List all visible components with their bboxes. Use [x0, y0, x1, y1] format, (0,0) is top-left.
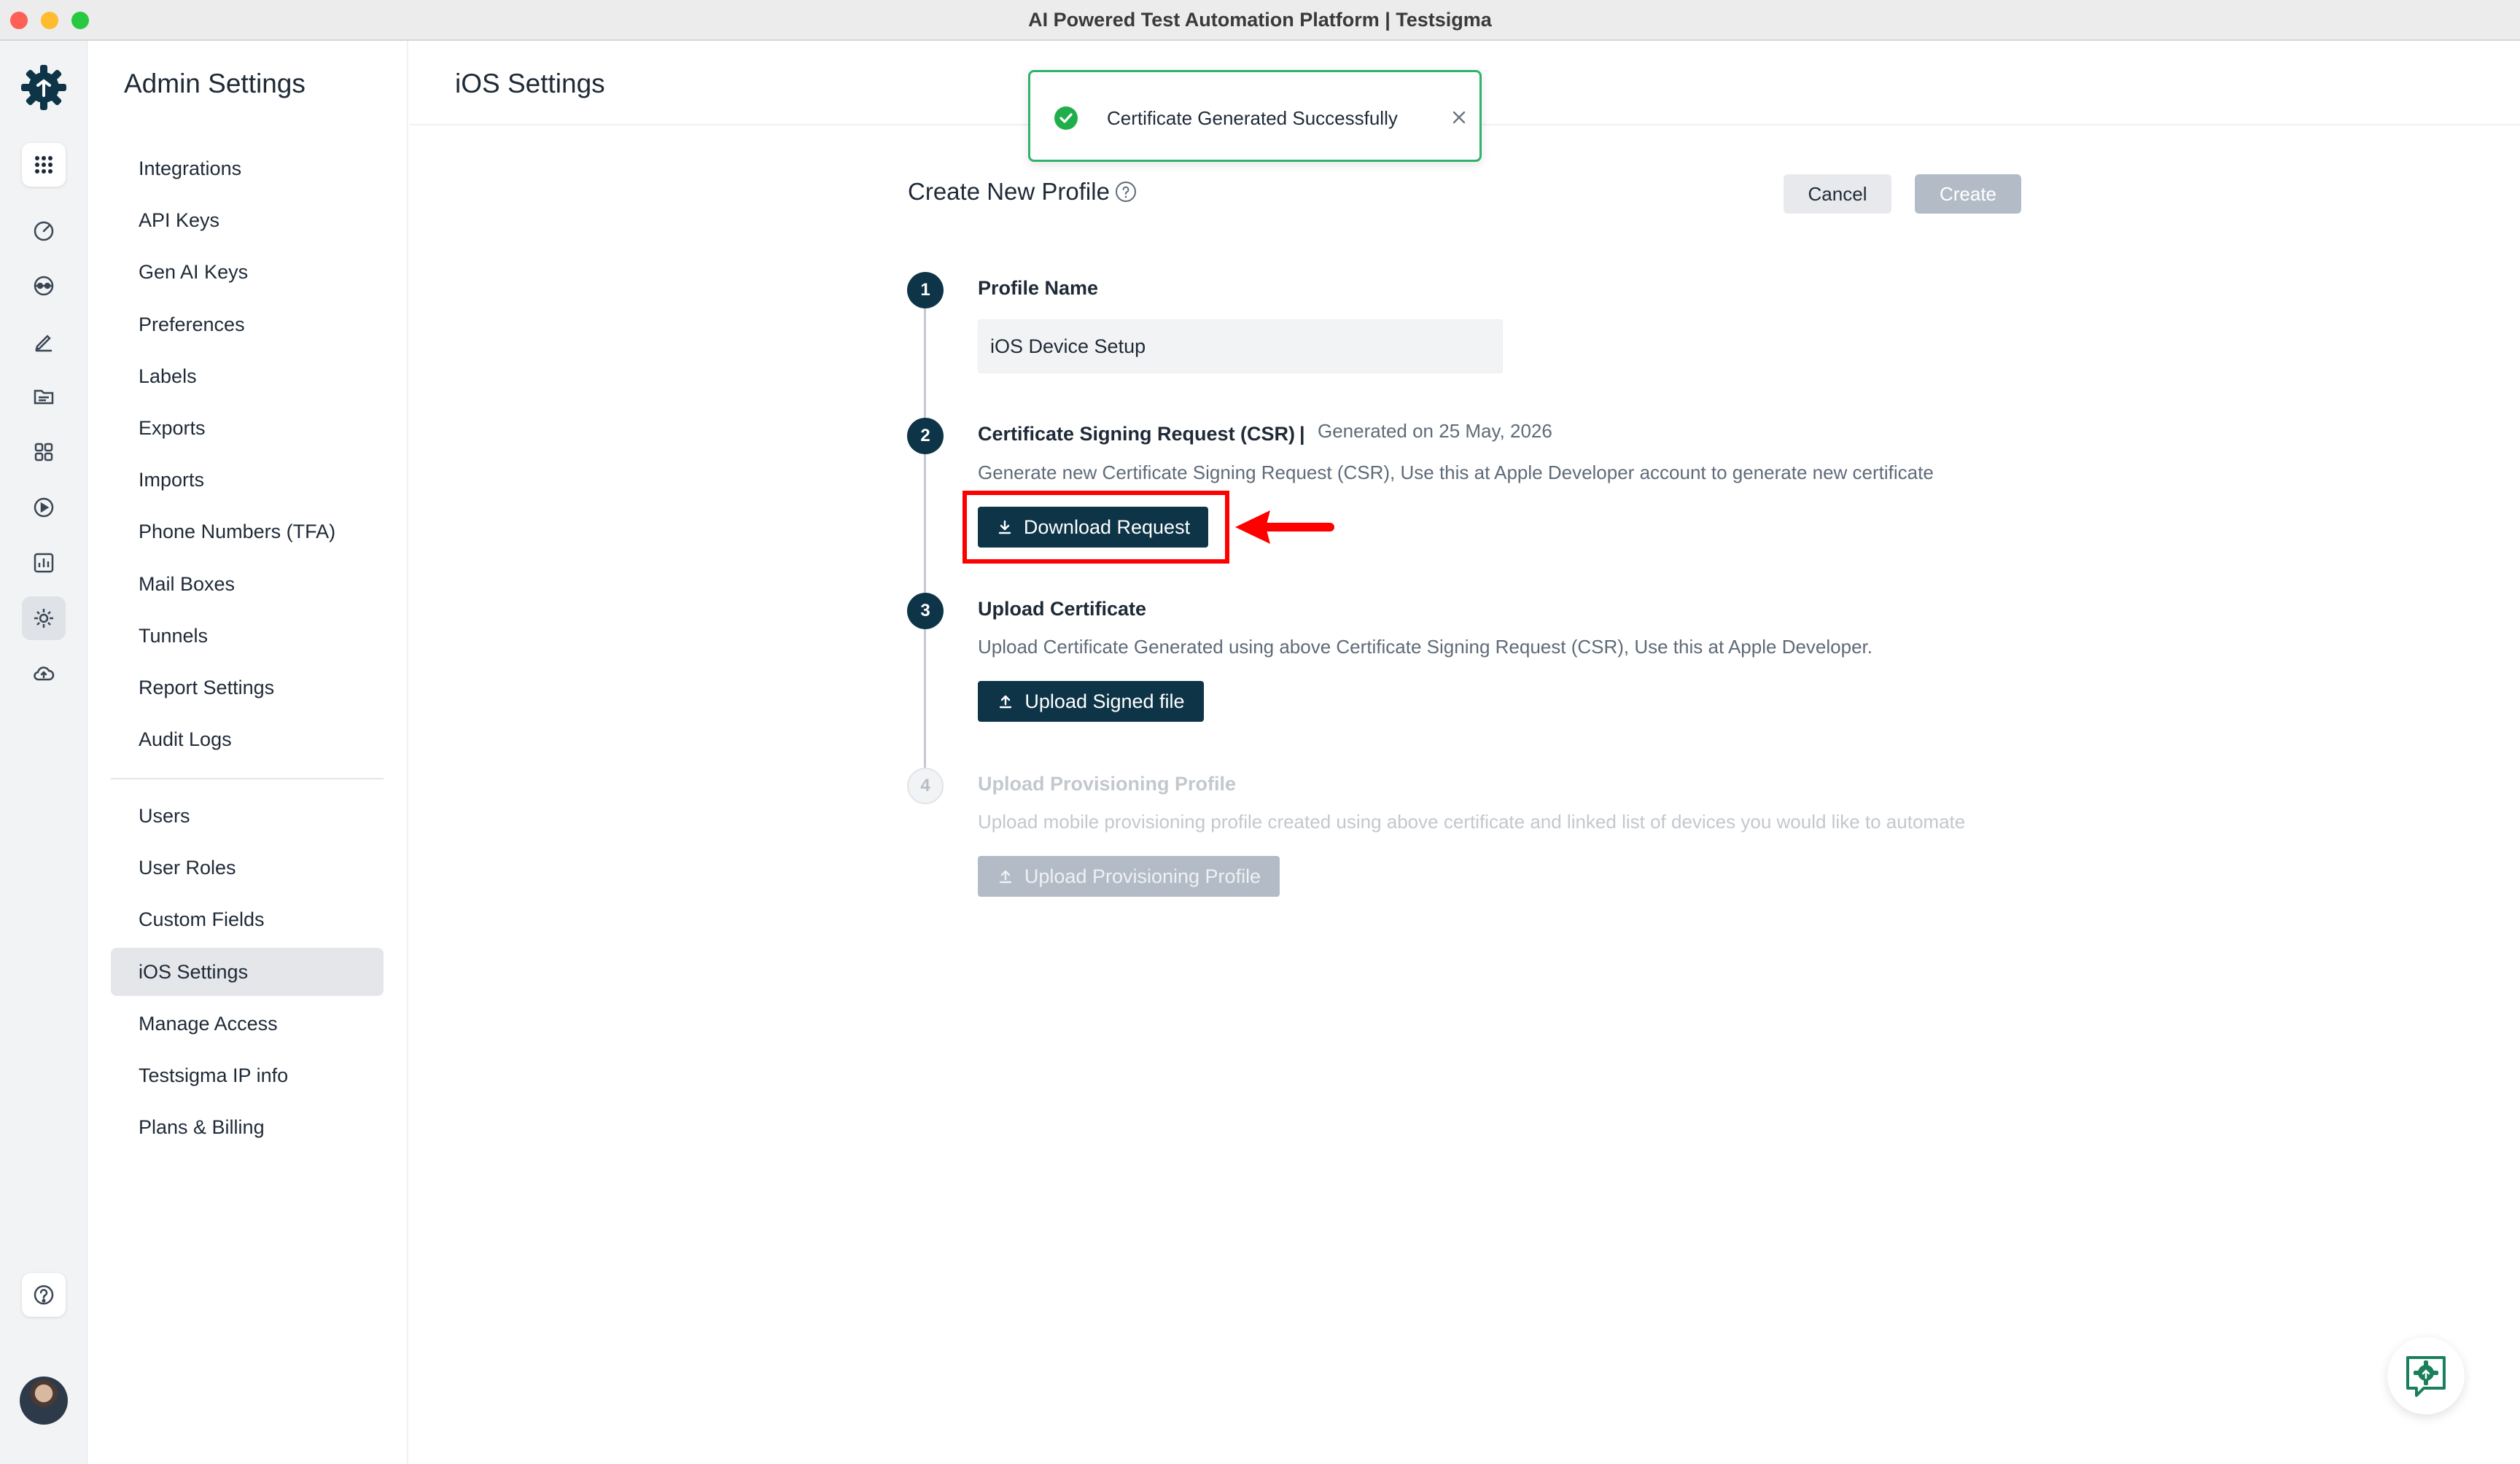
highlight-box	[962, 491, 1229, 564]
window-titlebar: AI Powered Test Automation Platform | Te…	[0, 0, 2520, 41]
sidebar-item-user-roles[interactable]: User Roles	[111, 844, 384, 892]
chat-support-widget[interactable]	[2387, 1337, 2465, 1414]
sidebar-item-plans-billing[interactable]: Plans & Billing	[111, 1103, 384, 1151]
testsigma-logo-icon[interactable]	[19, 63, 69, 112]
pencil-edit-icon[interactable]	[22, 319, 66, 363]
generated-date: Generated on 25 May, 2026	[1318, 420, 1552, 442]
step-number-1: 1	[907, 272, 944, 308]
create-button[interactable]: Create	[1915, 174, 2021, 214]
step-number-4: 4	[907, 768, 944, 804]
sidebar-item-manage-access[interactable]: Manage Access	[111, 1000, 384, 1048]
step-label-provisioning-profile: Upload Provisioning Profile	[978, 773, 1237, 795]
form-title: Create New Profile	[908, 178, 1138, 206]
help-question-icon[interactable]	[1114, 180, 1138, 203]
reports-chart-icon[interactable]	[22, 541, 66, 585]
window-title: AI Powered Test Automation Platform | Te…	[1028, 9, 1492, 31]
modules-grid-icon[interactable]	[22, 430, 66, 474]
check-circle-icon	[1054, 106, 1078, 130]
step-separator: |	[1299, 423, 1305, 445]
upload-icon	[999, 870, 1012, 884]
csr-description: Generate new Certificate Signing Request…	[978, 462, 1934, 483]
cloud-upload-icon[interactable]	[22, 652, 66, 696]
upload-provisioning-profile-button[interactable]: Upload Provisioning Profile	[978, 856, 1280, 897]
sidebar-item-imports[interactable]: Imports	[111, 456, 384, 504]
folder-list-icon[interactable]	[22, 375, 66, 418]
toast-message: Certificate Generated Successfully	[1107, 107, 1398, 129]
sidebar-item-testsigma-ip-info[interactable]: Testsigma IP info	[111, 1051, 384, 1099]
page-title: iOS Settings	[455, 69, 605, 98]
upload-provisioning-profile-label: Upload Provisioning Profile	[1024, 865, 1261, 887]
icon-rail	[0, 41, 88, 1464]
sidebar-item-phone-numbers[interactable]: Phone Numbers (TFA)	[111, 507, 384, 556]
close-icon[interactable]	[1449, 107, 1469, 128]
sidebar-title: Admin Settings	[124, 69, 306, 98]
settings-gear-icon[interactable]	[22, 596, 66, 640]
sidebar-item-gen-ai-keys[interactable]: Gen AI Keys	[111, 248, 384, 296]
sidebar-item-api-keys[interactable]: API Keys	[111, 196, 384, 244]
step-label-upload-certificate: Upload Certificate	[978, 598, 1147, 620]
sidebar-item-users[interactable]: Users	[111, 792, 384, 840]
red-arrow-icon	[1235, 510, 1334, 544]
sidebar-item-tunnels[interactable]: Tunnels	[111, 612, 384, 660]
sidebar-item-audit-logs[interactable]: Audit Logs	[111, 715, 384, 763]
run-play-icon[interactable]	[22, 486, 66, 529]
sidebar-item-custom-fields[interactable]: Custom Fields	[111, 895, 384, 943]
profile-name-input[interactable]	[978, 319, 1503, 373]
upload-signed-file-label: Upload Signed file	[1024, 690, 1185, 712]
step-label-profile-name: Profile Name	[978, 277, 1099, 299]
user-avatar[interactable]	[20, 1377, 68, 1425]
sidebar-item-integrations[interactable]: Integrations	[111, 144, 384, 192]
sidebar-item-ios-settings[interactable]: iOS Settings	[111, 948, 384, 996]
upload-certificate-description: Upload Certificate Generated using above…	[978, 636, 1872, 658]
upload-icon	[1000, 695, 1012, 709]
form-title-text: Create New Profile	[908, 178, 1110, 205]
stepper-line	[924, 292, 926, 787]
sidebar-item-exports[interactable]: Exports	[111, 404, 384, 452]
chat-support-icon	[2406, 1356, 2446, 1397]
admin-settings-sidebar: Admin Settings Integrations API Keys Gen…	[88, 41, 408, 1464]
step-number-3: 3	[907, 593, 944, 629]
step-label-csr: Certificate Signing Request (CSR)	[978, 423, 1296, 445]
sidebar-divider	[111, 778, 384, 779]
upload-signed-file-button[interactable]: Upload Signed file	[978, 681, 1204, 722]
dashboard-gauge-icon[interactable]	[22, 209, 66, 252]
help-question-icon[interactable]	[22, 1273, 66, 1317]
sidebar-item-preferences[interactable]: Preferences	[111, 300, 384, 349]
step-number-2: 2	[907, 418, 944, 454]
visibility-eye-icon[interactable]	[22, 264, 66, 308]
sidebar-item-report-settings[interactable]: Report Settings	[111, 663, 384, 712]
sidebar-item-mail-boxes[interactable]: Mail Boxes	[111, 560, 384, 608]
sidebar-item-labels[interactable]: Labels	[111, 352, 384, 400]
apps-grid-icon[interactable]	[22, 143, 66, 187]
cancel-button[interactable]: Cancel	[1784, 174, 1891, 214]
success-toast: Certificate Generated Successfully	[1028, 70, 1482, 162]
provisioning-profile-description: Upload mobile provisioning profile creat…	[978, 811, 1966, 833]
